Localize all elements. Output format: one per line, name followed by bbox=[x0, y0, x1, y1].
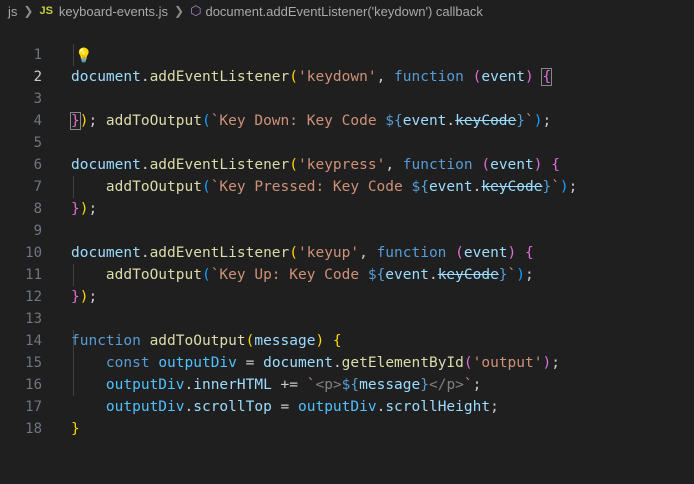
line-number: 18 bbox=[25, 421, 42, 437]
code-line[interactable]: 17 } bbox=[0, 374, 694, 437]
code-line[interactable]: 1 document.addEventListener('keydown', f… bbox=[0, 22, 694, 86]
code-line[interactable]: 3 }); bbox=[0, 66, 694, 130]
code-line[interactable]: 6 addToOutput(`Key Pressed: Key Code ${e… bbox=[0, 132, 694, 195]
code-line[interactable]: 7 }); bbox=[0, 154, 694, 217]
code-text: } bbox=[71, 421, 80, 437]
code-line[interactable]: 4 bbox=[0, 88, 694, 129]
code-line[interactable]: 15 outputDiv.innerHTML += `<p>${message}… bbox=[0, 330, 694, 393]
code-line[interactable]: 18 bbox=[0, 396, 694, 437]
breadcrumb-folder[interactable]: js bbox=[8, 4, 17, 19]
code-line[interactable]: 10 addToOutput(`Key Up: Key Code ${event… bbox=[0, 220, 694, 283]
chevron-right-icon: ❯ bbox=[174, 4, 185, 18]
code-line[interactable]: 9 document.addEventListener('keyup', fun… bbox=[0, 198, 694, 261]
breadcrumb: js ❯ JS keyboard-events.js ❯ ⬡ document.… bbox=[0, 0, 694, 22]
code-line[interactable]: 8 bbox=[0, 176, 694, 217]
breadcrumb-file[interactable]: keyboard-events.js bbox=[59, 4, 168, 19]
breadcrumb-symbol[interactable]: document.addEventListener('keydown') cal… bbox=[205, 4, 482, 19]
code-line[interactable]: 13 function addToOutput(message) { bbox=[0, 286, 694, 349]
code-line[interactable]: 11 }); bbox=[0, 242, 694, 305]
code-line[interactable]: 16 outputDiv.scrollTop = outputDiv.scrol… bbox=[0, 352, 694, 415]
chevron-right-icon: ❯ bbox=[23, 4, 34, 18]
code-editor[interactable]: 1 document.addEventListener('keydown', f… bbox=[0, 22, 694, 437]
javascript-file-icon: JS bbox=[39, 5, 53, 17]
code-line[interactable]: 5 document.addEventListener('keypress', … bbox=[0, 110, 694, 173]
code-line[interactable]: 2 💡 addToOutput(`Key Down: Key Code ${ev… bbox=[0, 44, 694, 129]
lightbulb-icon[interactable]: 💡 bbox=[75, 45, 92, 67]
code-line[interactable]: 12 bbox=[0, 264, 694, 305]
code-line[interactable]: 14 const outputDiv = document.getElement… bbox=[0, 308, 694, 371]
method-cube-icon: ⬡ bbox=[190, 3, 202, 18]
